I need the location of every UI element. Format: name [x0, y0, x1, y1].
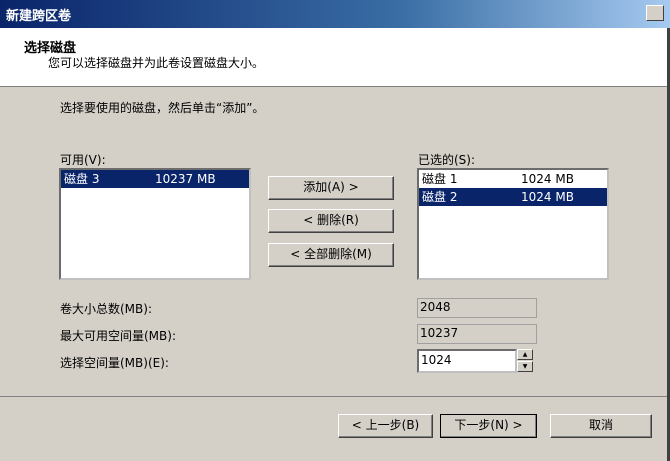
selected-label: 已选的(S):	[418, 153, 476, 167]
add-button[interactable]: 添加(A) >	[268, 176, 394, 200]
remove-all-button[interactable]: < 全部删除(M)	[268, 243, 394, 267]
wizard-header: 选择磁盘 您可以选择磁盘并为此卷设置磁盘大小。	[0, 28, 670, 87]
next-button[interactable]: 下一步(N) >	[440, 414, 537, 438]
disk-name: 磁盘 3	[64, 172, 100, 186]
spin-up-arrow-icon[interactable]: ▲	[517, 349, 533, 360]
title-bar: 新建跨区卷	[0, 0, 670, 28]
disk-name: 磁盘 2	[422, 190, 458, 204]
selected-disks-list[interactable]: 磁盘 1 1024 MB 磁盘 2 1024 MB	[417, 168, 609, 280]
instruction-text: 选择要使用的磁盘，然后单击“添加”。	[60, 101, 265, 115]
max-space-label: 最大可用空间量(MB):	[60, 329, 176, 343]
total-size-value: 2048	[417, 298, 537, 318]
disk-name: 磁盘 1	[422, 172, 458, 186]
list-item[interactable]: 磁盘 3 10237 MB	[61, 170, 249, 188]
disk-size: 1024 MB	[521, 172, 574, 186]
window-title: 新建跨区卷	[6, 9, 72, 24]
max-space-value: 10237	[417, 324, 537, 344]
cancel-button[interactable]: 取消	[550, 414, 652, 438]
remove-button[interactable]: < 删除(R)	[268, 209, 394, 233]
list-item[interactable]: 磁盘 1 1024 MB	[419, 170, 607, 188]
list-item[interactable]: 磁盘 2 1024 MB	[419, 188, 607, 206]
disk-size: 10237 MB	[155, 172, 216, 186]
spin-down-arrow-icon[interactable]: ▼	[517, 361, 533, 372]
disk-size: 1024 MB	[521, 190, 574, 204]
header-subtitle: 您可以选择磁盘并为此卷设置磁盘大小。	[48, 56, 265, 70]
back-button[interactable]: < 上一步(B)	[338, 414, 433, 438]
total-size-label: 卷大小总数(MB):	[60, 302, 152, 316]
available-disks-list[interactable]: 磁盘 3 10237 MB	[59, 168, 251, 280]
space-amount-input[interactable]: 1024	[417, 349, 517, 373]
choose-space-label: 选择空间量(MB)(E):	[60, 356, 169, 370]
available-label: 可用(V):	[60, 153, 106, 167]
window-control-button[interactable]	[646, 5, 664, 21]
